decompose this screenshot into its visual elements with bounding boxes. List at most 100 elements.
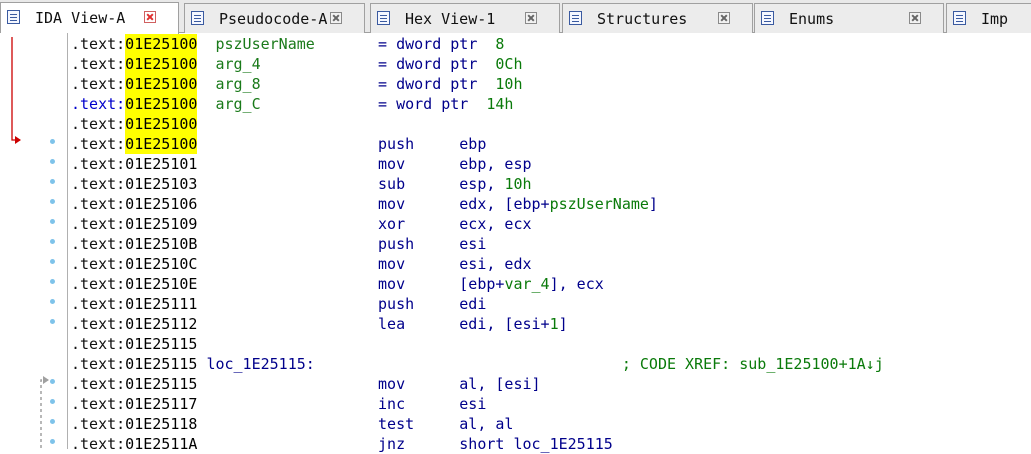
mnemonic: mov: [378, 195, 406, 213]
gutter-divider: [67, 33, 68, 449]
listing-row[interactable]: .text: 01E25103 sub esp, 10h: [50, 174, 1031, 194]
segment-prefix: .text:: [71, 415, 126, 433]
tab-hex-view-1[interactable]: Hex View-1: [370, 3, 560, 33]
listing-row[interactable]: .text: 01E25117 inc esi: [50, 394, 1031, 414]
mnemonic: test: [378, 415, 415, 433]
stack-var-name: arg_C: [215, 95, 261, 113]
listing-row[interactable]: .text: 01E25106 mov edx, [ebp+ pszUserName]: [50, 194, 1031, 214]
listing-row[interactable]: .text: 01E2510E mov [ebp+ var_4], ecx: [50, 274, 1031, 294]
instruction-bullet: [50, 319, 55, 324]
tab-imp[interactable]: Imp: [946, 3, 1031, 33]
address: 01E25112: [125, 315, 198, 333]
address: 01E25100: [125, 74, 198, 94]
operand: al, al: [459, 415, 514, 433]
close-icon[interactable]: [330, 12, 342, 24]
operand: esi, edx: [459, 255, 532, 273]
address: 01E2510C: [125, 255, 198, 273]
segment-prefix: .text:: [71, 275, 126, 293]
listing-row[interactable]: .text: 01E25111 push edi: [50, 294, 1031, 314]
view-icon: [953, 11, 966, 25]
operand: esi: [459, 235, 487, 253]
listing-row[interactable]: .text: 01E25115: [71, 334, 1031, 354]
operand: [ebp+: [459, 275, 505, 293]
loop-arrow: [40, 379, 48, 449]
operand: pszUserName: [549, 195, 649, 213]
mnemonic: mov: [378, 155, 406, 173]
var-offset: 0Ch: [495, 55, 523, 73]
listing-row[interactable]: .text: 01E25100 arg_C = word ptr 14h: [71, 94, 1031, 114]
operand: ]: [558, 315, 568, 333]
tab-enums[interactable]: Enums: [754, 3, 944, 33]
listing-row[interactable]: .text: 01E25112 lea edi, [esi+ 1]: [50, 314, 1031, 334]
segment-prefix: .text:: [71, 395, 126, 413]
mnemonic: xor: [378, 215, 406, 233]
instruction-bullet: [50, 279, 55, 284]
listing-row[interactable]: .text: 01E2511A jnz short loc_1E25115: [50, 434, 1031, 454]
close-icon[interactable]: [909, 12, 921, 24]
stack-var-name: pszUserName: [215, 35, 315, 53]
operand: edi, [esi+: [459, 315, 550, 333]
tab-label: Enums: [789, 10, 835, 28]
arrow-gutter: [0, 33, 68, 449]
listing-row[interactable]: .text: 01E25118 test al, al: [50, 414, 1031, 434]
view-icon: [7, 10, 20, 24]
address: 01E25103: [125, 175, 198, 193]
mnemonic: jnz: [378, 435, 406, 453]
close-icon[interactable]: [718, 12, 730, 24]
operand: ebp: [459, 135, 487, 153]
listing-row[interactable]: .text: 01E25100 arg_4 = dword ptr 0Ch: [71, 54, 1031, 74]
segment-prefix: .text:: [71, 55, 126, 73]
mnemonic: inc: [378, 395, 406, 413]
close-icon[interactable]: [525, 12, 537, 24]
close-icon[interactable]: [144, 11, 156, 23]
listing-row[interactable]: .text: 01E25100 arg_8 = dword ptr 10h: [71, 74, 1031, 94]
operand: al, [esi]: [459, 375, 541, 393]
listing-row[interactable]: .text: 01E2510B push esi: [50, 234, 1031, 254]
listing-row[interactable]: .text: 01E25100 pszUserName = dword ptr 8: [71, 34, 1031, 54]
listing-row[interactable]: .text: 01E2510C mov esi, edx: [50, 254, 1031, 274]
branch-arrow-head: [15, 136, 21, 144]
segment-prefix: .text:: [71, 135, 126, 153]
tab-label: Imp: [981, 10, 1009, 28]
tab-ida-view-a[interactable]: IDA View-A: [0, 2, 179, 34]
instruction-bullet: [50, 259, 55, 264]
instruction-bullet: [50, 399, 55, 404]
listing-row[interactable]: .text: 01E25115 loc_1E25115: ; CODE XREF: s…: [71, 354, 1031, 374]
stack-var-name: arg_4: [215, 55, 261, 73]
operand: 1: [549, 315, 559, 333]
instruction-bullet: [50, 199, 55, 204]
view-icon: [377, 11, 390, 25]
segment-prefix: .text:: [71, 235, 126, 253]
mnemonic: push: [378, 295, 415, 313]
mnemonic: push: [378, 135, 415, 153]
operand: ebp, esp: [459, 155, 532, 173]
tab-structures[interactable]: Structures: [562, 3, 753, 33]
instruction-bullet: [50, 439, 55, 444]
var-type: = dword ptr: [378, 75, 478, 93]
tab-pseudocode-a[interactable]: Pseudocode-A: [184, 3, 365, 33]
listing-row[interactable]: .text: 01E25101 mov ebp, esp: [50, 154, 1031, 174]
operand: edi: [459, 295, 487, 313]
listing-row[interactable]: .text: 01E25109 xor ecx, ecx: [50, 214, 1031, 234]
operand: ]: [648, 195, 658, 213]
tab-bar: IDA View-A Pseudocode-A Hex View-1 Structur…: [0, 0, 1031, 34]
var-type: = dword ptr: [378, 55, 478, 73]
address: 01E25117: [125, 395, 198, 413]
segment-prefix: .text:: [71, 375, 126, 393]
address: 01E25100: [125, 134, 198, 154]
var-offset: 10h: [495, 75, 523, 93]
listing-row[interactable]: .text: 01E25100 push ebp: [50, 134, 1031, 154]
var-type: = dword ptr: [378, 35, 478, 53]
listing-row[interactable]: .text: 01E25100: [71, 114, 1031, 134]
view-icon: [761, 11, 774, 25]
operand: 10h: [504, 175, 532, 193]
mnemonic: mov: [378, 275, 406, 293]
address: 01E25101: [125, 155, 198, 173]
address: 01E25100: [125, 34, 198, 54]
stack-var-name: arg_8: [215, 75, 261, 93]
listing-row[interactable]: .text: 01E25115 mov al, [esi]: [50, 374, 1031, 394]
view-icon: [569, 11, 582, 25]
address: 01E25100: [125, 54, 198, 74]
operand: edx, [ebp+: [459, 195, 550, 213]
instruction-bullet: [50, 139, 55, 144]
